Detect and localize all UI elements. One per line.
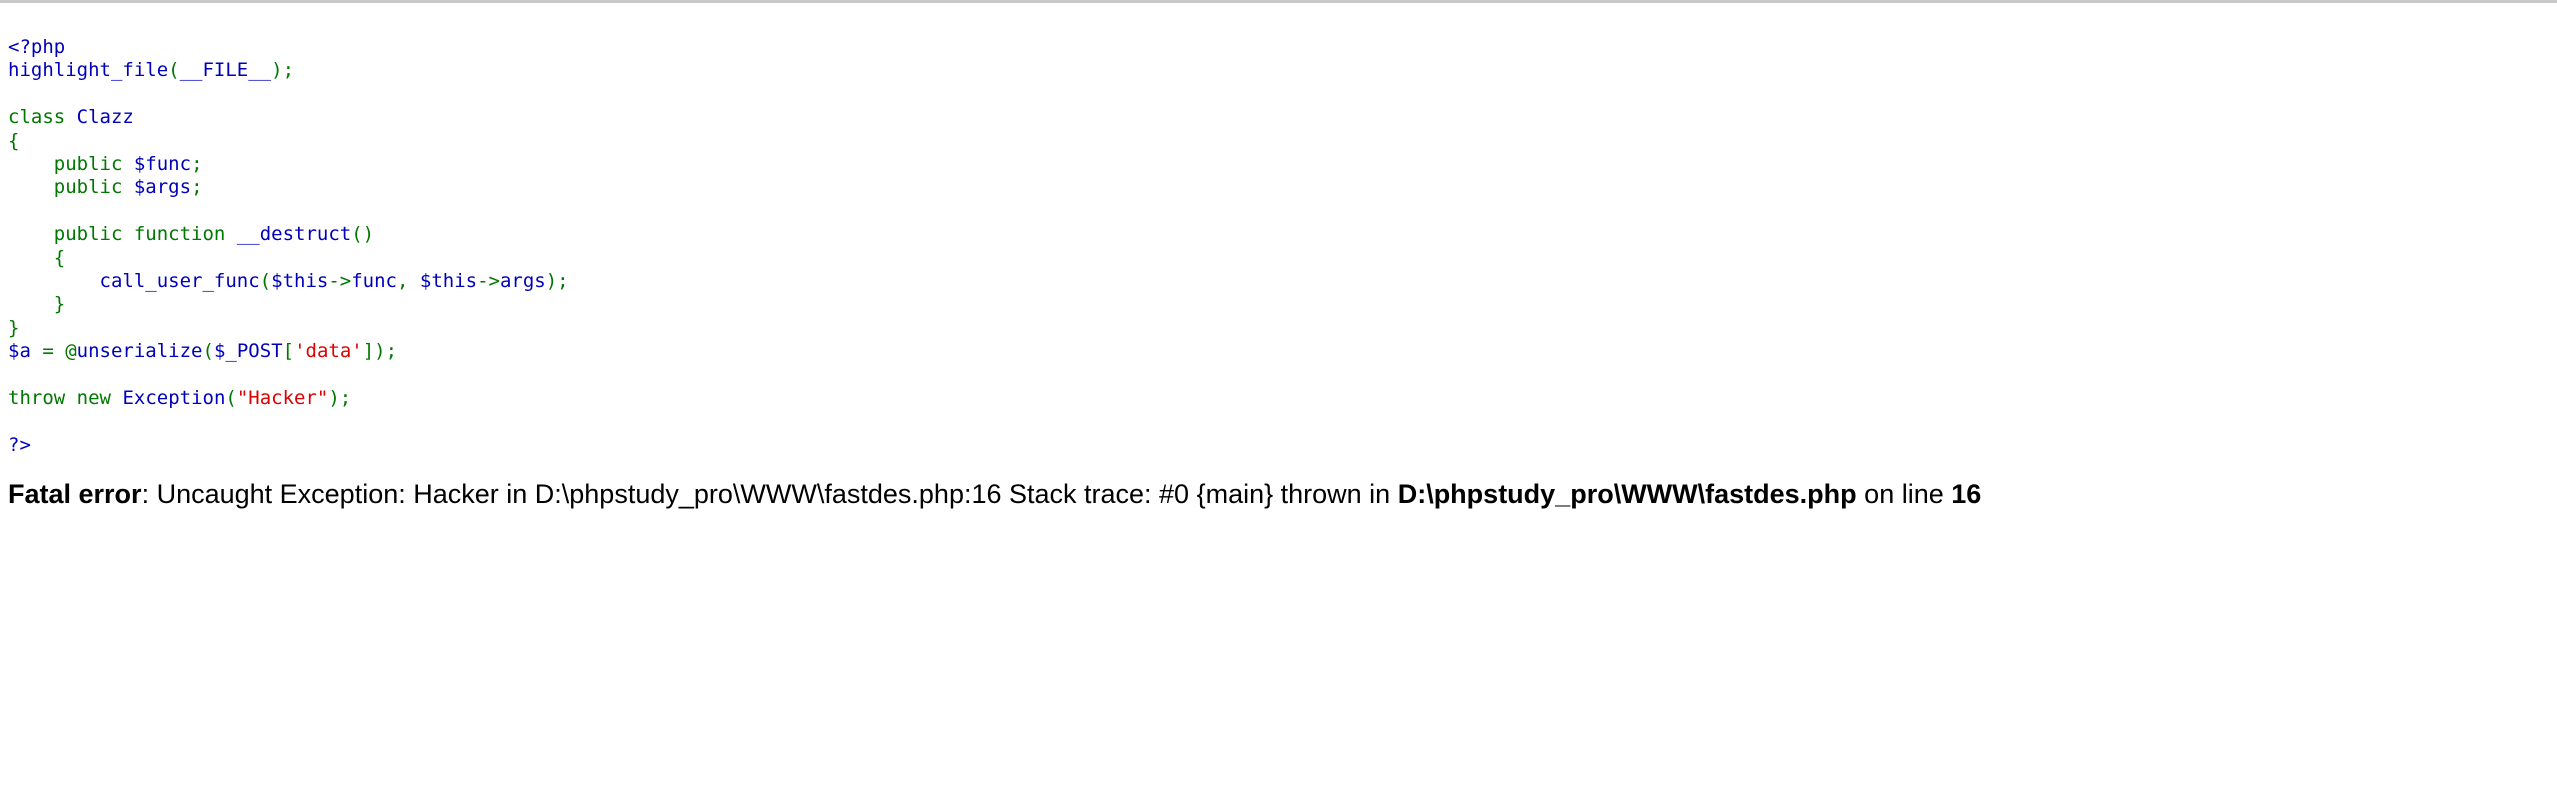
code-token: -> <box>328 270 352 293</box>
code-token: __FILE__ <box>179 59 272 82</box>
code-line: public function __destruct() <box>8 223 2557 246</box>
fatal-error-label: Fatal error <box>8 479 142 510</box>
code-line: <?php <box>8 36 2557 59</box>
fatal-error-separator: : <box>141 479 157 510</box>
page-top-rule <box>0 0 2557 3</box>
code-token: Clazz <box>76 106 134 129</box>
code-line: highlight_file(__FILE__); <box>8 59 2557 82</box>
code-token: -> <box>477 270 500 293</box>
code-line: ​ <box>8 83 2557 106</box>
code-line: ​ <box>8 200 2557 223</box>
code-token: ( <box>259 270 272 293</box>
code-token: ] <box>362 340 375 363</box>
code-token: 'data' <box>294 340 363 363</box>
code-token: ?> <box>8 433 31 456</box>
code-token: ); <box>374 340 398 363</box>
code-token: <?php <box>8 36 66 58</box>
code-token: Exception <box>122 387 226 410</box>
code-line: } <box>8 293 2557 316</box>
code-token: throw <box>8 387 66 410</box>
code-token: ; <box>191 176 203 199</box>
code-line: { <box>8 130 2557 153</box>
code-token: ; <box>191 153 203 176</box>
code-line: { <box>8 247 2557 270</box>
code-token: ; <box>282 59 295 82</box>
code-token: unserialize <box>76 340 203 363</box>
code-token: public <box>53 153 123 176</box>
fatal-error-message-text: Uncaught Exception: Hacker in D:\phpstud… <box>156 479 1398 510</box>
code-token: ( <box>168 59 180 82</box>
code-token: args <box>499 270 546 293</box>
code-token: @ <box>65 340 77 363</box>
code-line: throw new Exception("Hacker"); <box>8 387 2557 410</box>
code-line: $a = @unserialize($_POST['data']); <box>8 340 2557 363</box>
code-token: $a <box>8 340 31 363</box>
code-line: public $func; <box>8 153 2557 176</box>
code-line: ​ <box>8 411 2557 434</box>
highlighted-source-code: <?phphighlight_file(__FILE__);​class Cla… <box>0 22 2557 457</box>
code-token: ); <box>545 270 569 293</box>
code-token: ); <box>328 387 352 410</box>
code-token: new <box>76 387 111 410</box>
code-line: ?> <box>8 434 2557 457</box>
code-token: { <box>8 129 20 152</box>
fatal-error-file-path: D:\phpstudy_pro\WWW\fastdes.php <box>1397 479 1857 510</box>
code-line: public $args; <box>8 176 2557 199</box>
code-token: class <box>8 106 66 129</box>
code-token: ( <box>225 387 237 410</box>
code-token: () <box>351 223 375 246</box>
code-token: public <box>53 223 123 246</box>
php-fatal-error-message: Fatal error: Uncaught Exception: Hacker … <box>0 476 2557 511</box>
code-token: __destruct <box>236 223 352 246</box>
code-token: = <box>30 340 66 363</box>
code-token: [ <box>282 340 295 363</box>
code-token: $this <box>419 270 478 293</box>
code-line: class Clazz <box>8 106 2557 129</box>
code-token: call_user_func <box>99 270 260 293</box>
code-token: $args <box>133 176 192 199</box>
code-token: "Hacker" <box>236 387 329 410</box>
code-token: $_POST <box>213 340 283 363</box>
code-token: highlight_file <box>8 59 169 82</box>
code-token: } <box>8 316 20 339</box>
code-token: function <box>133 223 226 246</box>
code-token: , <box>396 270 420 293</box>
code-token: $this <box>271 270 329 293</box>
code-token: $func <box>133 153 192 176</box>
code-line: call_user_func($this->func, $this->args)… <box>8 270 2557 293</box>
code-token: ( <box>202 340 214 363</box>
code-token: func <box>351 270 397 293</box>
code-token: public <box>53 176 123 199</box>
fatal-error-line-number: 16 <box>1951 479 1982 510</box>
code-line: } <box>8 317 2557 340</box>
code-token: } <box>53 293 66 316</box>
fatal-error-on-line-text: on line <box>1856 479 1952 510</box>
code-token: ) <box>271 59 283 82</box>
code-token: { <box>53 246 66 269</box>
code-line: ​ <box>8 364 2557 387</box>
